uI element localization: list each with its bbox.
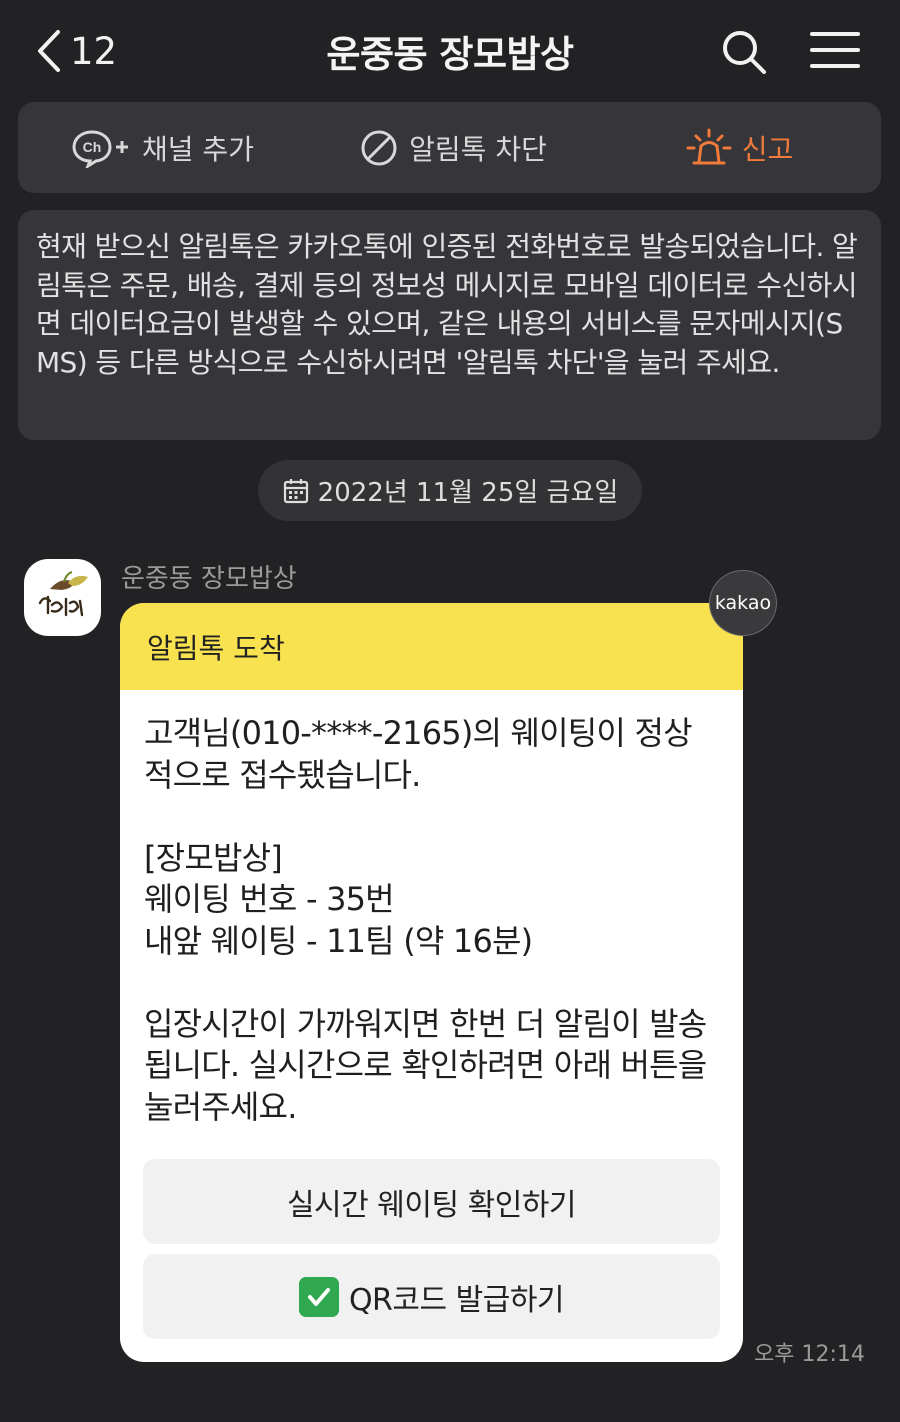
sender-avatar[interactable] (24, 559, 101, 636)
alimtalk-notice: 현재 받으신 알림톡은 카카오톡에 인증된 전화번호로 발송되었습니다. 알림톡… (18, 210, 881, 440)
store-logo-icon (38, 571, 88, 617)
report-button[interactable]: 신고 (598, 102, 881, 193)
menu-icon[interactable] (810, 30, 860, 70)
alimtalk-message-card: 알림톡 도착 고객님(010-****-2165)의 웨이팅이 정상적으로 접수… (120, 603, 743, 1362)
report-label: 신고 (741, 132, 794, 166)
block-label: 알림톡 차단 (409, 132, 547, 166)
realtime-waiting-label: 실시간 웨이팅 확인하기 (286, 1187, 577, 1223)
channel-add-icon: Ch (72, 129, 129, 168)
message-shop-line: [장모밥상] (144, 838, 283, 877)
calendar-icon (283, 478, 308, 503)
kakao-badge: kakao (709, 570, 777, 636)
block-alimtalk-button[interactable]: 알림톡 차단 (308, 102, 598, 193)
add-channel-button[interactable]: Ch 채널 추가 (18, 102, 308, 193)
date-text: 2022년 11월 25일 금요일 (317, 478, 619, 508)
chat-header: 12 운중동 장모밥상 (0, 0, 900, 100)
date-divider: 2022년 11월 25일 금요일 (258, 460, 642, 521)
message-paragraph: 입장시간이 가까워지면 한번 더 알림이 발송됩니다. 실시간으로 확인하려면 … (144, 1004, 707, 1126)
qr-code-label: QR코드 발급하기 (348, 1282, 565, 1318)
ch-badge-text: Ch (83, 139, 102, 155)
message-paragraph: 고객님(010-****-2165)의 웨이팅이 정상적으로 접수됐습니다. (144, 714, 693, 794)
check-mark-icon (298, 1276, 339, 1317)
card-body: 고객님(010-****-2165)의 웨이팅이 정상적으로 접수됐습니다. [… (120, 690, 743, 1128)
message-waiting-ahead: 내앞 웨이팅 - 11팀 (약 16분) (144, 921, 533, 960)
qr-code-button[interactable]: QR코드 발급하기 (143, 1254, 720, 1339)
search-icon[interactable] (720, 28, 768, 76)
channel-action-bar: Ch 채널 추가 알림톡 차단 신고 (18, 102, 881, 193)
sender-name: 운중동 장모밥상 (121, 564, 297, 594)
add-channel-label: 채널 추가 (142, 132, 254, 166)
realtime-waiting-button[interactable]: 실시간 웨이팅 확인하기 (143, 1159, 720, 1244)
siren-icon (686, 128, 732, 164)
message-waiting-number: 웨이팅 번호 - 35번 (144, 880, 395, 918)
card-title: 알림톡 도착 (120, 603, 743, 690)
message-time: 오후 12:14 (754, 1342, 865, 1367)
block-icon (361, 130, 397, 165)
